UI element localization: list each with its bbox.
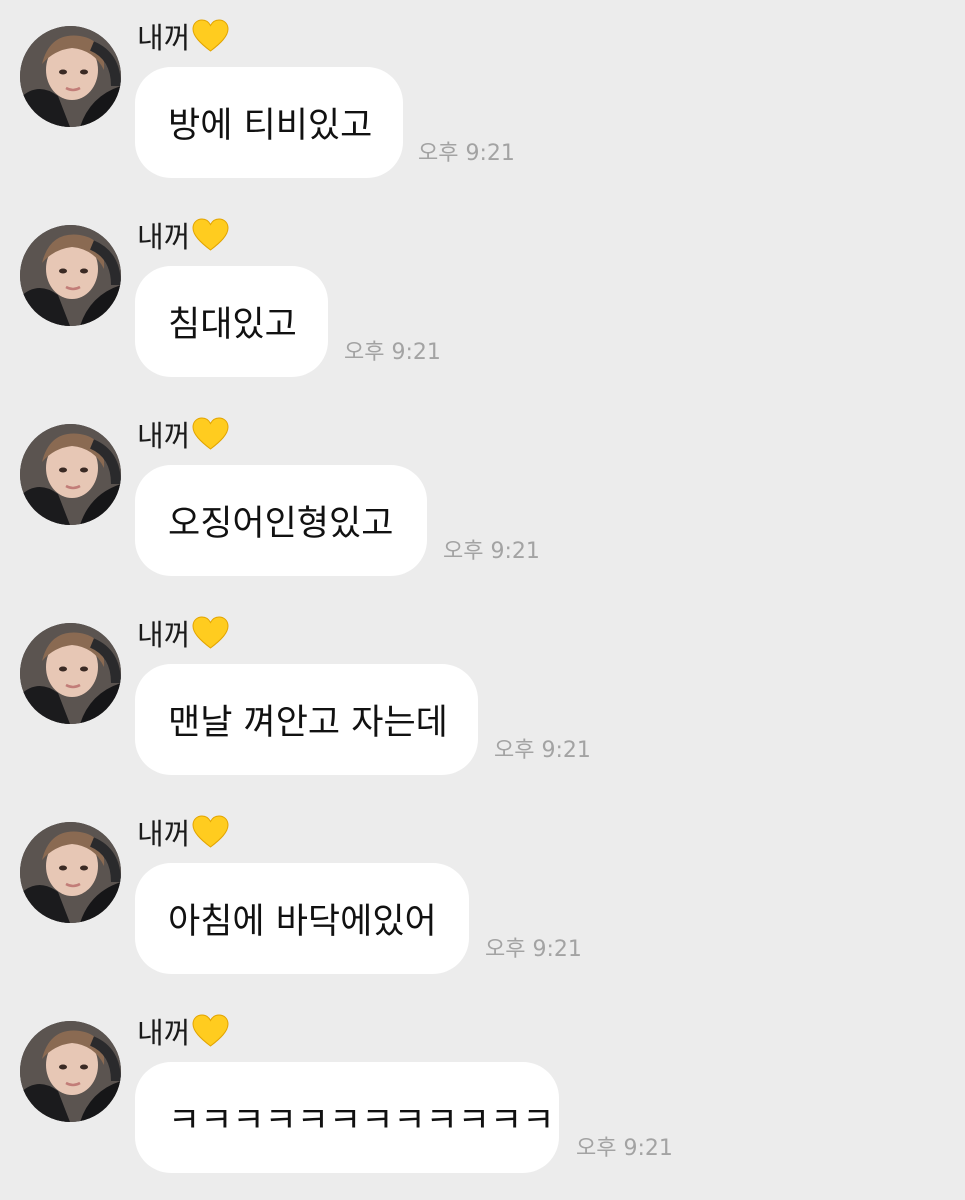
message-text: 맨날 껴안고 자는데 — [168, 703, 448, 743]
message-timestamp: 오후 9:21 — [418, 141, 515, 166]
message-timestamp: 오후 9:21 — [443, 539, 540, 564]
sender-avatar[interactable] — [20, 26, 121, 127]
sender-name: 내꺼 — [137, 215, 229, 255]
chat-message: 내꺼 아침에 바닥에있어 오후 9:21 — [0, 796, 965, 976]
sender-name: 내꺼 — [137, 16, 229, 56]
sender-name-text: 내꺼 — [137, 1016, 191, 1050]
chat-message: 내꺼 방에 티비있고 오후 9:21 — [0, 0, 965, 180]
sender-name-text: 내꺼 — [137, 817, 191, 851]
sender-avatar[interactable] — [20, 623, 121, 724]
message-bubble[interactable]: 방에 티비있고 — [135, 67, 403, 178]
sender-name-text: 내꺼 — [137, 21, 191, 55]
message-text: 아침에 바닥에있어 — [168, 902, 437, 942]
message-text: ㅋㅋㅋㅋㅋㅋㅋㅋㅋㅋㅋㅋ — [168, 1101, 555, 1141]
sender-name: 내꺼 — [137, 414, 229, 454]
chat-message-list[interactable]: 내꺼 방에 티비있고 오후 9:21 내꺼 침대있고 오후 9:21 내꺼 오징… — [0, 0, 965, 1200]
message-bubble[interactable]: ㅋㅋㅋㅋㅋㅋㅋㅋㅋㅋㅋㅋ — [135, 1062, 559, 1173]
sender-name-text: 내꺼 — [137, 618, 191, 652]
sender-name-text: 내꺼 — [137, 419, 191, 453]
sender-name: 내꺼 — [137, 613, 229, 653]
yellow-heart-icon — [192, 1014, 229, 1048]
yellow-heart-icon — [192, 19, 229, 53]
sender-name: 내꺼 — [137, 812, 229, 852]
chat-message: 내꺼 오징어인형있고 오후 9:21 — [0, 398, 965, 578]
sender-avatar[interactable] — [20, 225, 121, 326]
message-text: 침대있고 — [168, 305, 297, 345]
message-bubble[interactable]: 맨날 껴안고 자는데 — [135, 664, 478, 775]
chat-message: 내꺼 ㅋㅋㅋㅋㅋㅋㅋㅋㅋㅋㅋㅋ 오후 9:21 — [0, 995, 965, 1175]
yellow-heart-icon — [192, 616, 229, 650]
message-timestamp: 오후 9:21 — [494, 738, 591, 763]
message-bubble[interactable]: 오징어인형있고 — [135, 465, 427, 576]
yellow-heart-icon — [192, 218, 229, 252]
sender-avatar[interactable] — [20, 424, 121, 525]
sender-avatar[interactable] — [20, 822, 121, 923]
message-timestamp: 오후 9:21 — [576, 1136, 673, 1161]
chat-message: 내꺼 맨날 껴안고 자는데 오후 9:21 — [0, 597, 965, 777]
sender-name: 내꺼 — [137, 1011, 229, 1051]
yellow-heart-icon — [192, 815, 229, 849]
message-bubble[interactable]: 침대있고 — [135, 266, 328, 377]
yellow-heart-icon — [192, 417, 229, 451]
message-text: 방에 티비있고 — [168, 106, 373, 146]
chat-message: 내꺼 침대있고 오후 9:21 — [0, 199, 965, 379]
sender-name-text: 내꺼 — [137, 220, 191, 254]
message-timestamp: 오후 9:21 — [485, 937, 582, 962]
sender-avatar[interactable] — [20, 1021, 121, 1122]
message-bubble[interactable]: 아침에 바닥에있어 — [135, 863, 469, 974]
message-text: 오징어인형있고 — [168, 504, 394, 544]
message-timestamp: 오후 9:21 — [344, 340, 441, 365]
